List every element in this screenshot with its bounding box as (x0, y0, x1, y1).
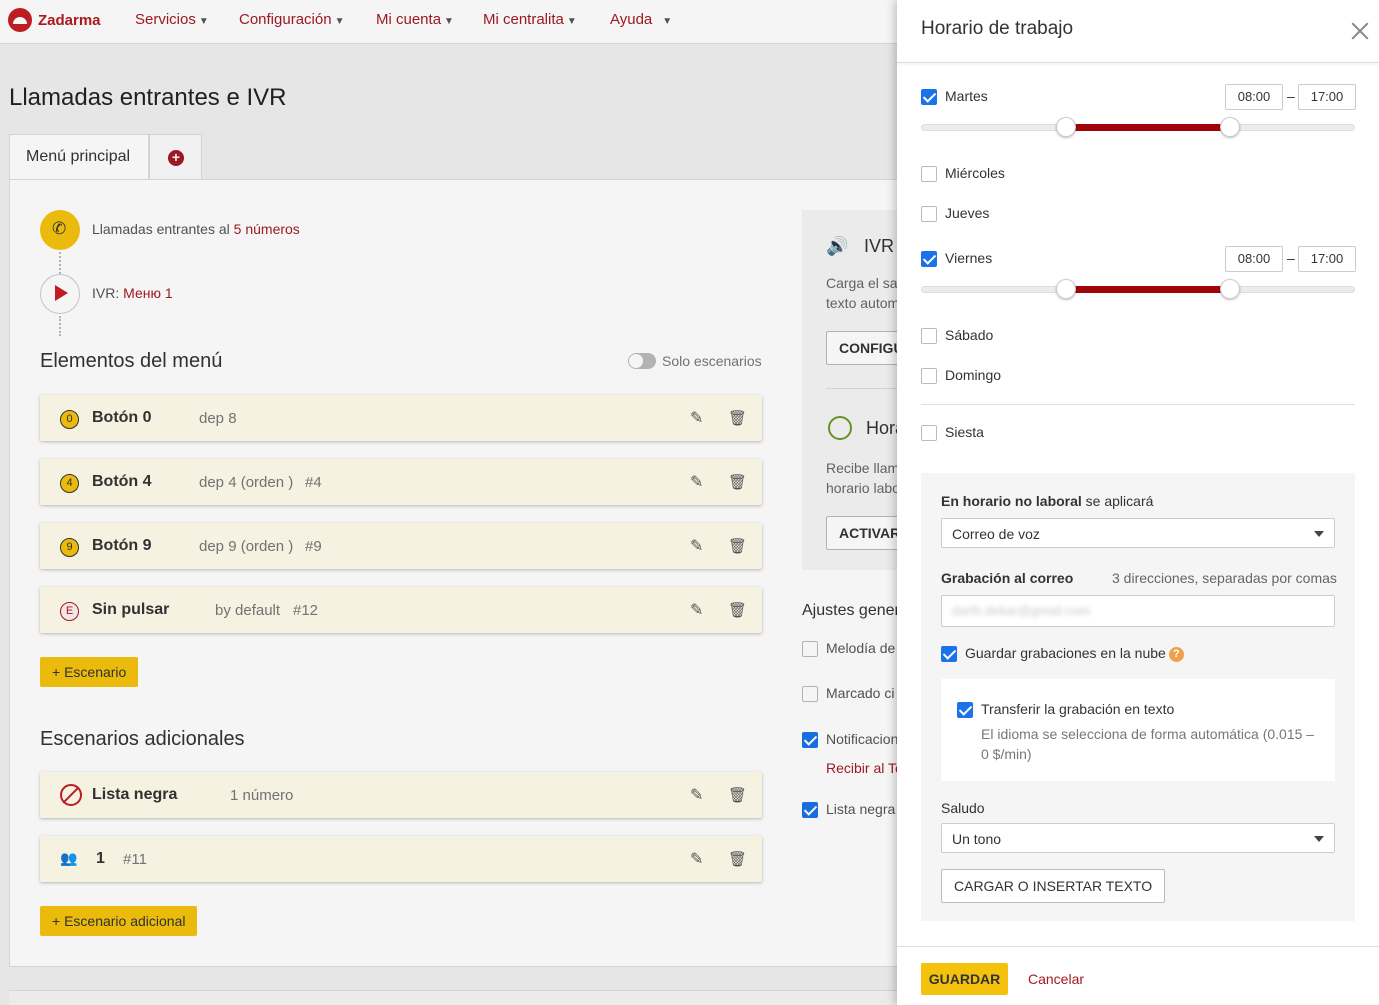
siesta-label: Siesta (945, 424, 984, 440)
slider-start-handle[interactable] (1056, 279, 1076, 299)
footer-divider (897, 946, 1379, 947)
upload-text-button[interactable]: CARGAR O INSERTAR TEXTO (941, 869, 1166, 903)
day-checkbox-sabado[interactable] (921, 328, 937, 344)
nonwork-bold: En horario no laboral (941, 493, 1082, 509)
close-icon[interactable] (1349, 20, 1371, 42)
working-hours-panel: Horario de trabajo Martes 08:00 – 17:00 … (897, 0, 1379, 1005)
cloud-recording-checkbox[interactable] (941, 646, 957, 662)
transcribe-hint-2: 0 $/min) (981, 746, 1032, 762)
time-dash: – (1287, 88, 1295, 104)
day-label: Domingo (945, 367, 1002, 383)
greeting-label: Saludo (941, 800, 985, 816)
transcribe-checkbox[interactable] (957, 702, 973, 718)
modal-overlay[interactable] (0, 0, 897, 1005)
divider (921, 404, 1355, 405)
select-value: Un tono (952, 831, 1002, 847)
slider-end-handle[interactable] (1220, 117, 1240, 137)
recording-label: Grabación al correo (941, 570, 1074, 586)
transcribe-hint-1: El idioma se selecciona de forma automát… (981, 726, 1315, 742)
recording-email-input[interactable]: darth.dekar@gmail.com (941, 595, 1335, 627)
day-checkbox-miercoles[interactable] (921, 166, 937, 182)
day-checkbox-domingo[interactable] (921, 368, 937, 384)
non-working-settings: En horario no laboral se aplicará Correo… (921, 473, 1355, 921)
recording-hint: 3 direcciones, separadas por comas (1112, 570, 1337, 586)
time-from-input[interactable]: 08:00 (1225, 246, 1283, 272)
time-range-slider[interactable] (921, 117, 1355, 137)
help-icon[interactable]: ? (1168, 646, 1184, 662)
time-dash: – (1287, 250, 1295, 266)
email-value: darth.dekar@gmail.com (952, 603, 1091, 618)
nonwork-label: En horario no laboral se aplicará (941, 493, 1153, 509)
time-to-input[interactable]: 17:00 (1298, 246, 1356, 272)
header-divider (897, 62, 1379, 63)
nonwork-rest: se aplicará (1081, 493, 1154, 509)
slider-fill (1066, 124, 1230, 131)
transcribe-label: Transferir la grabación en texto (981, 701, 1175, 717)
day-label: Viernes (945, 250, 993, 266)
select-value: Correo de voz (952, 526, 1040, 542)
dropdown-arrow-icon (1314, 836, 1324, 842)
panel-title: Horario de trabajo (921, 18, 1074, 39)
day-checkbox-martes[interactable] (921, 89, 937, 105)
day-checkbox-jueves[interactable] (921, 206, 937, 222)
cloud-label-text: Guardar grabaciones en la nube (965, 645, 1166, 661)
day-label: Jueves (945, 205, 990, 221)
dropdown-arrow-icon (1314, 531, 1324, 537)
slider-fill (1066, 286, 1230, 293)
day-checkbox-viernes[interactable] (921, 251, 937, 267)
cloud-label: Guardar grabaciones en la nube? (965, 645, 1184, 662)
day-label: Martes (945, 88, 988, 104)
time-range-slider[interactable] (921, 279, 1355, 299)
time-from-input[interactable]: 08:00 (1225, 84, 1283, 110)
siesta-checkbox[interactable] (921, 425, 937, 441)
cancel-button[interactable]: Cancelar (1028, 971, 1084, 987)
day-label: Sábado (945, 327, 994, 343)
greeting-select[interactable]: Un tono (941, 823, 1335, 853)
slider-end-handle[interactable] (1220, 279, 1240, 299)
nonwork-action-select[interactable]: Correo de voz (941, 518, 1335, 548)
transcribe-block: Transferir la grabación en texto El idio… (941, 679, 1335, 781)
time-to-input[interactable]: 17:00 (1298, 84, 1356, 110)
day-label: Miércoles (945, 165, 1005, 181)
slider-start-handle[interactable] (1056, 117, 1076, 137)
save-button[interactable]: GUARDAR (921, 963, 1008, 995)
